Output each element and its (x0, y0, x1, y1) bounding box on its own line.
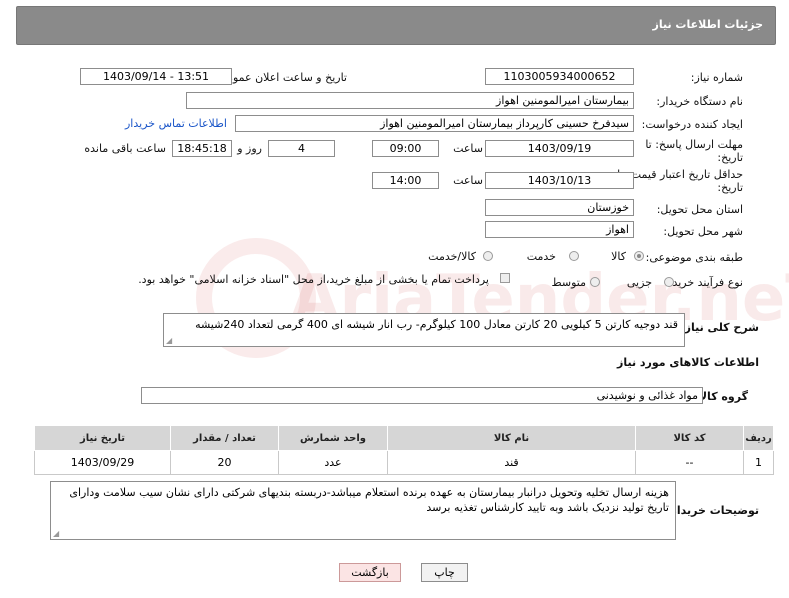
process-label: نوع فرآیند خرید : (665, 276, 743, 289)
deadline-date-field: 1403/09/19 (485, 140, 634, 157)
description-text: قند دوجیه کارتن 5 کیلویی 20 کارتن معادل … (195, 318, 678, 331)
category-label: طبقه بندی موضوعی: (645, 251, 743, 264)
cell-unit: عدد (278, 450, 388, 475)
need-number-label: شماره نیاز: (690, 71, 743, 84)
description-label: شرح کلی نیاز: (680, 321, 759, 334)
category-radio-service[interactable] (569, 251, 579, 261)
process-radio-medium[interactable] (590, 277, 600, 287)
category-radio-goods-service[interactable] (483, 251, 493, 261)
cell-code: -- (635, 450, 744, 475)
cell-qty: 20 (170, 450, 279, 475)
cell-row: 1 (743, 450, 774, 475)
col-row: ردیف (743, 425, 774, 451)
buyer-notes-textarea: هزینه ارسال تخلیه وتحویل درانبار بیمارست… (50, 481, 676, 540)
days-label: روز و (237, 142, 262, 155)
col-name: نام کالا (387, 425, 636, 451)
col-unit: واحد شمارش (278, 425, 388, 451)
resize-handle-icon[interactable]: ◢ (53, 530, 61, 538)
remaining-label: ساعت باقی مانده (84, 142, 166, 155)
category-radio-goods[interactable] (634, 251, 644, 261)
col-qty: تعداد / مقدار (170, 425, 279, 451)
creator-label: ایجاد کننده درخواست: (641, 118, 743, 131)
buyer-notes-label: توضیحات خریدار: (666, 504, 759, 517)
treasury-checkbox[interactable] (500, 273, 510, 283)
city-label: شهر محل تحویل: (663, 225, 743, 238)
buyer-org-field: بیمارستان امیرالمومنین اهواز (186, 92, 634, 109)
announce-label: تاریخ و ساعت اعلان عمومی: (214, 71, 347, 84)
process-option-minor: جزیی (626, 276, 652, 289)
creator-field: سیدفرخ حسینی کارپرداز بیمارستان امیرالمو… (235, 115, 634, 132)
announce-field: 1403/09/14 - 13:51 (80, 68, 232, 85)
process-option-medium: متوسط (551, 276, 586, 289)
deadline-label-date: تاریخ: (717, 151, 743, 164)
description-textarea: قند دوجیه کارتن 5 کیلویی 20 کارتن معادل … (163, 313, 685, 347)
goods-table-header: ردیف کد کالا نام کالا واحد شمارش تعداد /… (34, 425, 774, 451)
goods-table: ردیف کد کالا نام کالا واحد شمارش تعداد /… (34, 425, 774, 475)
validity-label-date: تاریخ: (717, 181, 743, 194)
buyer-org-label: نام دستگاه خریدار: (656, 95, 743, 108)
col-code: کد کالا (635, 425, 744, 451)
city-field: اهواز (485, 221, 634, 238)
category-option-service: خدمت (526, 250, 556, 263)
print-button[interactable]: چاپ (421, 563, 468, 582)
validity-date-field: 1403/10/13 (485, 172, 634, 189)
cell-date: 1403/09/29 (34, 450, 171, 475)
buyer-notes-text: هزینه ارسال تخلیه وتحویل درانبار بیمارست… (69, 486, 669, 514)
category-option-goods: کالا (611, 250, 626, 263)
col-date: تاریخ نیاز (34, 425, 171, 451)
province-label: استان محل تحویل: (656, 203, 743, 216)
deadline-time-label: ساعت (453, 142, 483, 155)
remaining-time-field: 18:45:18 (172, 140, 232, 157)
process-radio-minor[interactable] (664, 277, 674, 287)
back-button[interactable]: بازگشت (339, 563, 401, 582)
cell-name: قند (387, 450, 636, 475)
goods-group-field: مواد غذائی و نوشیدنی (141, 387, 703, 404)
header-panel: جزئیات اطلاعات نیاز (16, 6, 776, 45)
province-field: خوزستان (485, 199, 634, 216)
treasury-note: پرداخت تمام یا بخشی از مبلغ خرید،از محل … (138, 273, 489, 286)
page-title: جزئیات اطلاعات نیاز (652, 18, 764, 31)
deadline-label: مهلت ارسال پاسخ: تا (645, 138, 743, 151)
validity-time-field: 14:00 (372, 172, 439, 189)
resize-handle-icon[interactable]: ◢ (166, 337, 174, 345)
table-row: 1 -- قند عدد 20 1403/09/29 (34, 450, 774, 475)
validity-time-label: ساعت (453, 174, 483, 187)
days-field: 4 (268, 140, 335, 157)
deadline-time-field: 09:00 (372, 140, 439, 157)
goods-section-title: اطلاعات کالاهای مورد نیاز (617, 356, 759, 369)
category-option-goods-service: کالا/خدمت (428, 250, 476, 263)
need-number-field: 1103005934000652 (485, 68, 634, 85)
validity-label: حداقل تاریخ اعتبار قیمت: تا (617, 168, 743, 181)
contact-buyer-link[interactable]: اطلاعات تماس خریدار (125, 117, 227, 130)
